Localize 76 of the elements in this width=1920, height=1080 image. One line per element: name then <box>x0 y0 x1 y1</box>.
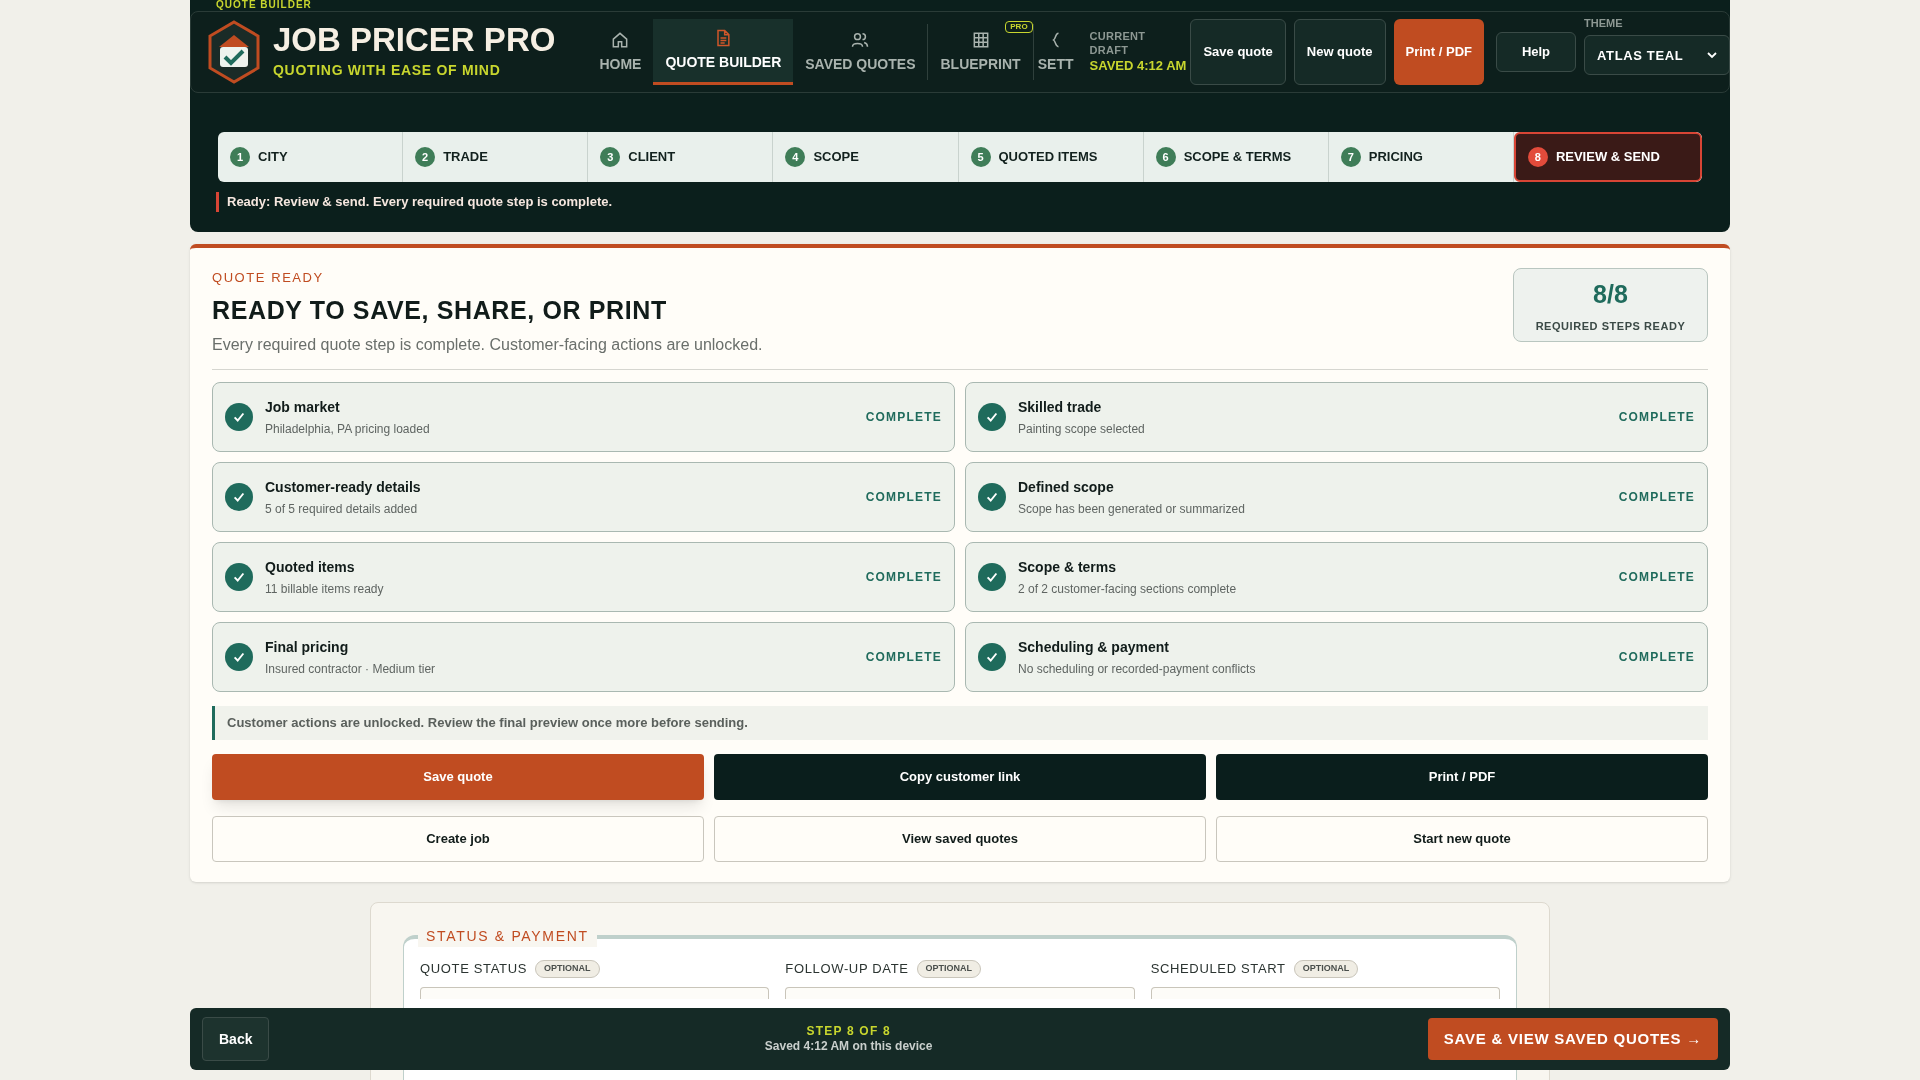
nav-tab[interactable]: SAVED QUOTES <box>793 19 928 85</box>
field-label: SCHEDULED START <box>1150 960 1286 978</box>
step-tab[interactable]: 3 CLIENT <box>588 132 774 182</box>
status-label: COMPLETE <box>1618 409 1695 426</box>
step-tab[interactable]: 8 REVIEW & SEND <box>1513 132 1702 182</box>
step-tab[interactable]: 6 SCOPE & TERMS <box>1143 132 1329 182</box>
item-detail: Painting scope selected <box>1018 420 1146 438</box>
saved-status: Saved 4:12 AM on this device <box>764 1039 933 1054</box>
save-view-button[interactable]: SAVE & VIEW SAVED QUOTES → <box>1427 1018 1718 1060</box>
input-field[interactable] <box>420 986 770 999</box>
status-label: COMPLETE <box>1618 489 1695 506</box>
action-button[interactable]: Create job <box>212 816 704 862</box>
back-button[interactable]: Back <box>202 1017 270 1061</box>
input-field[interactable] <box>1150 986 1500 999</box>
header-button[interactable]: Print / PDF <box>1393 19 1484 85</box>
item-detail: Scope has been generated or summarized <box>1018 500 1246 518</box>
status-label: COMPLETE <box>1618 569 1695 586</box>
review-title: READY TO SAVE, SHARE, OR PRINT <box>212 294 668 326</box>
status-label: COMPLETE <box>865 649 942 666</box>
item-title: Scope & terms <box>1018 557 1118 577</box>
item-title: Quoted items <box>265 557 356 577</box>
status-label: COMPLETE <box>865 409 942 426</box>
step-tab[interactable]: 4 SCOPE <box>773 132 959 182</box>
header-button[interactable]: New quote <box>1293 19 1386 85</box>
field-label: QUOTE STATUS <box>420 960 527 978</box>
item-detail: 2 of 2 customer-facing sections complete <box>1018 580 1238 598</box>
summary-label: REQUIRED STEPS READY <box>1535 318 1686 334</box>
item-detail: Philadelphia, PA pricing loaded <box>265 420 431 438</box>
step-tab[interactable]: 1 CITY <box>218 132 404 182</box>
summary-value: 8/8 <box>1593 279 1628 310</box>
input-field[interactable] <box>785 986 1135 999</box>
status-label: COMPLETE <box>865 569 942 586</box>
page-label: QUOTE BUILDER <box>216 0 312 10</box>
field-label: FOLLOW-UP DATE <box>785 960 909 978</box>
item-detail: 11 billable items ready <box>265 580 385 598</box>
item-detail: 5 of 5 required details added <box>265 500 419 518</box>
optional-badge: OPTIONAL <box>535 960 600 978</box>
caret-icon <box>1706 50 1717 61</box>
header-button[interactable]: Save quote <box>1190 19 1286 85</box>
action-button[interactable]: Start new quote <box>1216 816 1708 862</box>
action-button[interactable]: Copy customer link <box>714 754 1206 800</box>
notice-text: Customer actions are unlocked. Review the final preview once more before sending. <box>212 706 1708 740</box>
item-title: Customer-ready details <box>265 477 422 497</box>
review-subtitle: Every required quote step is complete. Customer-facing actions are unlocked. <box>212 335 763 355</box>
logo-icon <box>207 19 261 85</box>
action-button[interactable]: Print / PDF <box>1216 754 1708 800</box>
action-button[interactable]: Save quote <box>212 754 704 800</box>
brand-tagline: QUOTING WITH EASE OF MIND <box>273 61 502 80</box>
draft-status: SAVED 4:12 AM <box>1089 57 1187 74</box>
optional-badge: OPTIONAL <box>916 960 982 978</box>
step-counter: STEP 8 OF 8 <box>806 1024 891 1039</box>
item-title: Skilled trade <box>1018 397 1103 417</box>
status-label: COMPLETE <box>1618 649 1695 666</box>
theme-select[interactable]: ATLAS TEAL <box>1583 35 1730 76</box>
pro-badge: PRO <box>1005 21 1033 33</box>
brand-title: JOB PRICER PRO <box>273 23 556 56</box>
header-button[interactable]: Help <box>1495 32 1576 72</box>
nav-tab[interactable]: QUOTE BUILDER <box>653 19 794 85</box>
nav-tab[interactable]: SETT <box>1033 19 1078 85</box>
step-tab[interactable]: 2 TRADE <box>403 132 589 182</box>
item-title: Scheduling & payment <box>1018 637 1170 657</box>
eyebrow-label: QUOTE READY <box>212 269 325 287</box>
nav-tab[interactable]: HOME <box>587 19 654 85</box>
status-label: COMPLETE <box>865 489 942 506</box>
item-title: Final pricing <box>265 637 350 657</box>
optional-badge: OPTIONAL <box>1293 960 1359 978</box>
step-tab[interactable]: 7 PRICING <box>1328 132 1514 182</box>
step-tab[interactable]: 5 QUOTED ITEMS <box>958 132 1144 182</box>
item-detail: Insured contractor · Medium tier <box>265 660 437 678</box>
item-title: Job market <box>265 397 341 417</box>
draft-label: CURRENT DRAFT <box>1089 30 1147 58</box>
action-button[interactable]: View saved quotes <box>714 816 1206 862</box>
step-message: Ready: Review & send. Every required quote step is complete. <box>216 192 613 212</box>
item-detail: No scheduling or recorded-payment conflicts <box>1018 660 1257 678</box>
item-title: Defined scope <box>1018 477 1115 497</box>
theme-label: THEME <box>1583 15 1624 31</box>
